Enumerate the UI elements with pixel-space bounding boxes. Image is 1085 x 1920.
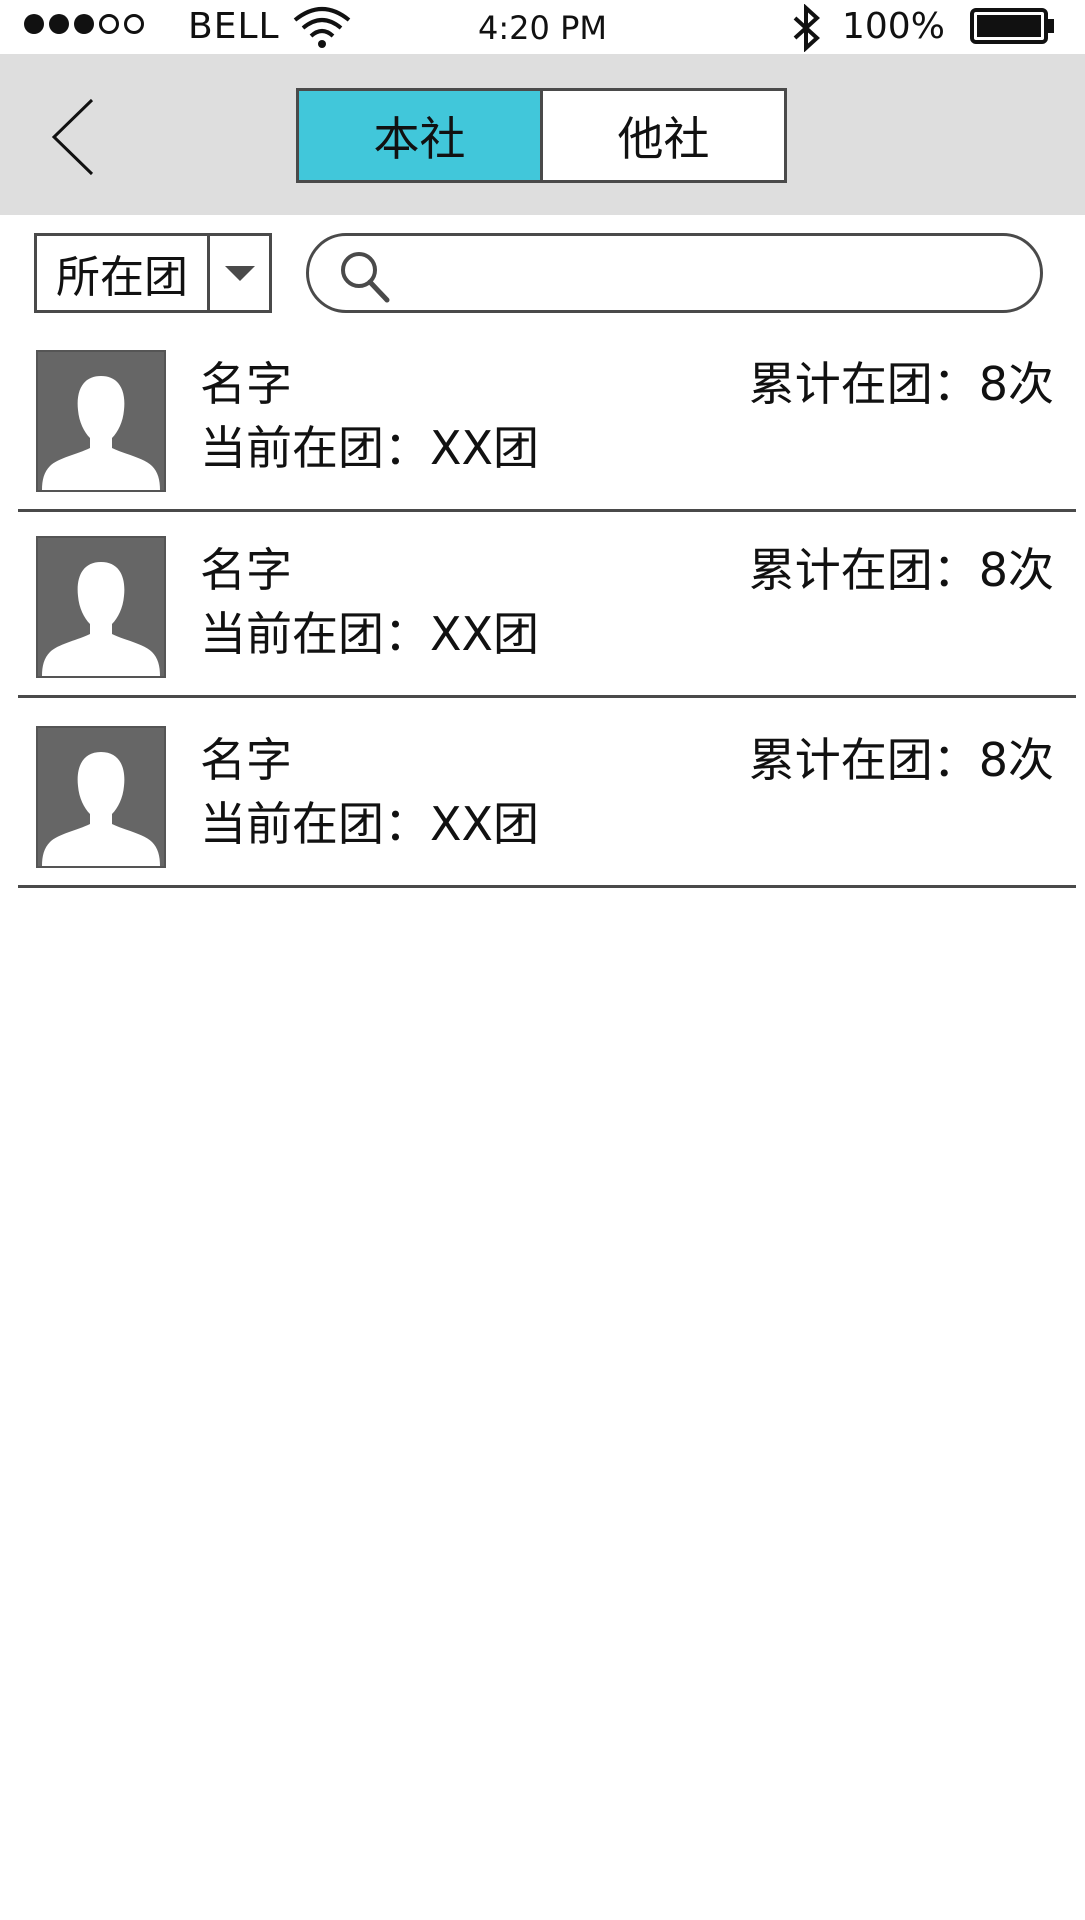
status-bar: BELL 4:20 PM 100% [0,0,1085,54]
list-item[interactable]: 名字 当前在团：XX团 累计在团：8次 [18,526,1076,698]
member-total-count: 累计在团：8次 [748,357,1054,411]
group-filter-dropdown[interactable]: 所在团 [34,233,272,313]
member-current-group: 当前在团：XX团 [200,421,540,475]
nav-header: 本社 他社 [0,54,1085,215]
search-input[interactable] [409,246,1013,304]
avatar [36,350,166,492]
search-icon [341,252,390,303]
dropdown-toggle[interactable] [210,236,269,310]
member-total-count: 累计在团：8次 [748,543,1054,597]
member-current-group: 当前在团：XX团 [200,607,540,661]
avatar [36,726,166,868]
person-silhouette-icon [42,562,160,676]
member-name: 名字 [200,357,292,411]
person-silhouette-icon [42,376,160,490]
avatar [36,536,166,678]
member-total-count: 累计在团：8次 [748,733,1054,787]
search-box[interactable] [306,233,1043,313]
chevron-left-icon [51,98,94,176]
caret-down-icon [224,266,255,281]
back-button[interactable] [40,92,110,182]
member-name: 名字 [200,543,292,597]
list-item[interactable]: 名字 当前在团：XX团 累计在团：8次 [18,716,1076,888]
battery-percentage: 100% [842,6,945,47]
member-name: 名字 [200,733,292,787]
battery-icon [970,8,1054,44]
group-filter-value: 所在团 [37,236,210,310]
tab-own-company[interactable]: 本社 [299,91,543,180]
segmented-control: 本社 他社 [296,88,787,183]
member-current-group: 当前在团：XX团 [200,797,540,851]
tab-other-company[interactable]: 他社 [543,91,784,180]
bluetooth-icon [793,4,820,52]
list-item[interactable]: 名字 当前在团：XX团 累计在团：8次 [18,340,1076,512]
person-silhouette-icon [42,752,160,866]
